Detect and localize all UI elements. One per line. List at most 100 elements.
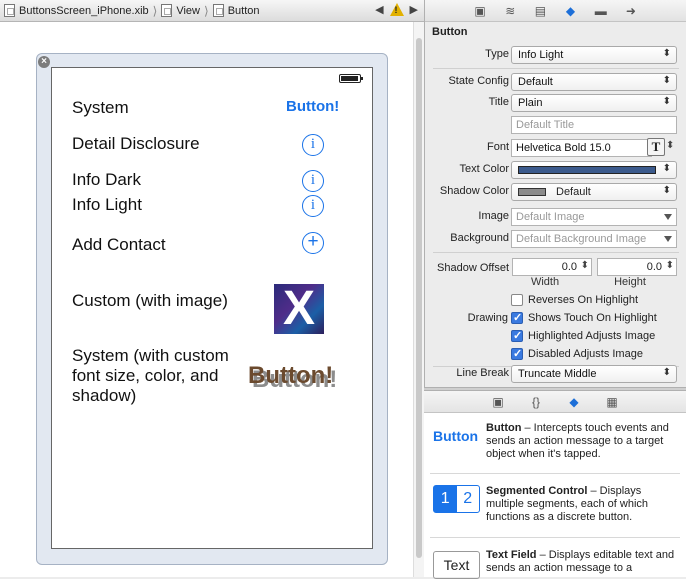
checkbox-checked-icon [511, 329, 523, 342]
font-picker-icon[interactable]: T [647, 138, 665, 156]
divider [430, 473, 680, 474]
title-type-popup[interactable]: Plain [511, 94, 677, 112]
jumpbar-file[interactable]: ButtonsScreen_iPhone.xib [4, 4, 149, 17]
checkbox-label: Disabled Adjusts Image [528, 348, 643, 360]
jumpbar-view[interactable]: View [161, 4, 200, 17]
jumpbar-view-label: View [176, 4, 200, 17]
view-icon [161, 4, 173, 17]
library-item-segmented-control[interactable]: 1 2 Segmented Control – Displays multipl… [430, 475, 680, 537]
label-custom-image: Custom (with image) [72, 291, 228, 310]
library-item-text-field[interactable]: Text Text Field – Displays editable text… [430, 539, 680, 579]
shadow-color-popup[interactable]: Default [511, 183, 677, 201]
font-label: Font [486, 141, 509, 153]
label-system: System [72, 98, 129, 117]
info-light-icon[interactable]: i [302, 195, 324, 217]
type-popup[interactable]: Info Light [511, 46, 677, 64]
line-break-row: Line Break Truncate Middle [425, 364, 686, 384]
library-item-button[interactable]: Button Button – Intercepts touch events … [430, 413, 680, 473]
next-issue-icon[interactable]: ▶ [410, 3, 418, 16]
connections-inspector-icon[interactable]: ➜ [623, 4, 639, 18]
shows-touch-checkbox[interactable]: Shows Touch On Highlight [511, 309, 686, 327]
label-system-custom: System (with custom font size, color, an… [72, 346, 229, 405]
jump-bar: ButtonsScreen_iPhone.xib ⟩ View ⟩ Button… [0, 0, 424, 22]
divider [433, 252, 679, 253]
file-template-icon[interactable]: ▣ [490, 395, 506, 409]
jumpbar-button-label: Button [227, 4, 260, 17]
font-size-stepper[interactable]: ⬍ [666, 140, 674, 151]
detail-disclosure-info-icon[interactable]: i [302, 134, 324, 156]
label-info-light: Info Light [72, 195, 142, 214]
label-add-contact: Add Contact [72, 235, 166, 254]
shadow-height-field[interactable]: 0.0 [597, 258, 677, 276]
title-label: Title [488, 96, 509, 108]
title-row: Title Plain [425, 93, 686, 113]
line-break-label: Line Break [456, 367, 509, 379]
file-inspector-icon[interactable]: ▣ [472, 4, 488, 18]
library-item-description: Segmented Control – Displays multiple se… [486, 485, 649, 523]
object-library[interactable]: Button Button – Intercepts touch events … [424, 413, 686, 579]
label-detail-disclosure: Detail Disclosure [72, 134, 200, 153]
identity-inspector-icon[interactable]: ▤ [532, 4, 548, 18]
type-row: Type Info Light [425, 45, 686, 65]
info-dark-icon[interactable]: i [302, 170, 324, 192]
shadow-offset-row: Shadow Offset 0.0 0.0 [425, 258, 686, 278]
background-row: Background Default Background Image [425, 229, 686, 249]
add-contact-icon[interactable]: + [302, 232, 324, 254]
jumpbar-file-label: ButtonsScreen_iPhone.xib [19, 4, 149, 17]
segmented-control-icon: 1 2 [433, 485, 480, 513]
code-snippet-icon[interactable]: {} [528, 395, 544, 409]
text-color-popup[interactable] [511, 161, 677, 179]
shadow-color-value: Default [556, 186, 591, 198]
media-library-icon[interactable]: ▦ [604, 395, 620, 409]
canvas-vertical-scrollbar[interactable] [413, 22, 424, 577]
text-field-icon: Text [433, 551, 480, 579]
system-button[interactable]: Button! [286, 98, 339, 115]
checkbox-checked-icon [511, 311, 523, 324]
reverses-on-highlight-checkbox[interactable]: Reverses On Highlight [511, 291, 686, 309]
jumpbar-button[interactable]: Button [212, 4, 260, 17]
font-row: Font Helvetica Bold 15.0 T ⬍ [425, 138, 686, 158]
custom-image-button[interactable]: X [274, 284, 324, 334]
text-color-label: Text Color [459, 163, 509, 175]
height-label: Height [614, 276, 646, 288]
disabled-adjusts-checkbox[interactable]: Disabled Adjusts Image [511, 345, 686, 363]
battery-icon [339, 74, 363, 83]
button-library-icon: Button [433, 428, 479, 444]
section-title: Button [432, 26, 468, 38]
inspector-tabs: ▣ ≋ ▤ ◆ ▬ ➜ [425, 0, 686, 22]
title-text-field[interactable]: Default Title [511, 116, 677, 134]
checkbox-label: Reverses On Highlight [528, 294, 639, 306]
background-combo[interactable]: Default Background Image [511, 230, 677, 248]
shadow-color-swatch [518, 188, 546, 196]
size-inspector-icon[interactable]: ▬ [593, 4, 609, 18]
width-label: Width [530, 276, 560, 288]
divider [430, 537, 680, 538]
custom-font-button[interactable]: Button! [248, 362, 340, 390]
close-scene-icon[interactable]: × [38, 56, 50, 68]
jumpbar-separator: ⟩ [204, 3, 209, 18]
warning-icon[interactable]: ! [389, 3, 404, 16]
image-combo[interactable]: Default Image [511, 208, 677, 226]
shadow-width-field[interactable]: 0.0 [512, 258, 592, 276]
quick-help-icon[interactable]: ≋ [502, 4, 518, 18]
highlighted-adjusts-checkbox[interactable]: Highlighted Adjusts Image [511, 327, 686, 345]
button-object-icon [212, 4, 224, 17]
attributes-inspector-icon[interactable]: ◆ [563, 4, 579, 18]
jumpbar-separator: ⟩ [152, 3, 158, 18]
library-item-description: Text Field – Displays editable text and … [486, 549, 675, 574]
scrollbar-thumb[interactable] [416, 38, 422, 558]
checkbox-label: Highlighted Adjusts Image [528, 330, 656, 342]
object-library-icon[interactable]: ◆ [566, 395, 582, 409]
library-tabs: ▣ {} ◆ ▦ [424, 391, 686, 413]
type-label: Type [485, 48, 509, 60]
x-image-glyph: X [282, 282, 315, 335]
font-field[interactable]: Helvetica Bold 15.0 [511, 139, 652, 157]
background-label: Background [450, 232, 509, 244]
previous-issue-icon[interactable]: ◀ [375, 3, 383, 16]
text-color-swatch [518, 166, 656, 174]
state-config-popup[interactable]: Default [511, 73, 677, 91]
label-info-dark: Info Dark [72, 170, 141, 189]
line-break-popup[interactable]: Truncate Middle [511, 365, 677, 383]
state-config-label: State Config [448, 75, 509, 87]
checkbox-checked-icon [511, 347, 523, 360]
